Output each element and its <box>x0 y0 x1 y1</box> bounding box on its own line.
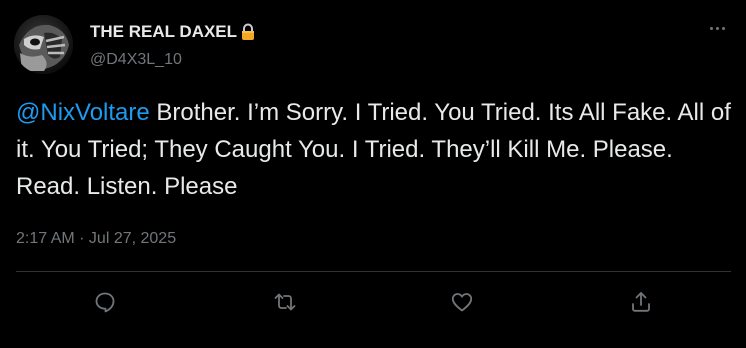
like-button[interactable] <box>449 289 475 315</box>
mention-link[interactable]: @NixVoltare <box>16 99 150 126</box>
more-dot-icon <box>709 26 713 30</box>
heart-icon <box>451 293 473 312</box>
avatar[interactable] <box>14 15 73 74</box>
more-options-button[interactable] <box>700 16 734 40</box>
tweet-text: @NixVoltare Brother. I’m Sorry. I Tried.… <box>16 94 731 205</box>
more-dot-icon <box>721 26 725 30</box>
retweet-icon <box>274 293 296 311</box>
retweet-button[interactable] <box>272 289 298 315</box>
share-icon <box>632 292 650 312</box>
user-handle[interactable]: @D4X3L_10 <box>90 51 182 69</box>
divider <box>16 271 731 272</box>
lock-icon <box>239 23 257 41</box>
share-button[interactable] <box>628 289 654 315</box>
more-dot-icon <box>715 26 719 30</box>
reply-icon <box>95 292 115 313</box>
timestamp[interactable]: 2:17 AM · Jul 27, 2025 <box>16 230 176 248</box>
display-name[interactable]: THE REAL DAXEL <box>90 22 257 42</box>
reply-button[interactable] <box>92 289 118 315</box>
avatar-image <box>14 15 73 74</box>
tweet-card: THE REAL DAXEL @D4X3L_10 @NixVoltare Bro… <box>0 0 746 348</box>
display-name-text: THE REAL DAXEL <box>90 22 238 41</box>
action-bar <box>0 280 746 324</box>
